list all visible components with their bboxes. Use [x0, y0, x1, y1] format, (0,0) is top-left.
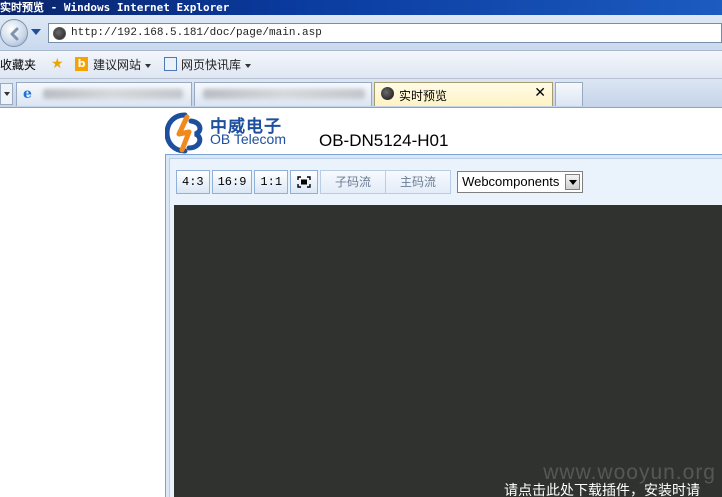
new-tab-button[interactable]: [555, 82, 583, 106]
video-area[interactable]: www.wooyun.org 请点击此处下载插件，安装时请: [174, 205, 722, 497]
add-favorite-star-icon[interactable]: ★: [51, 57, 64, 71]
ob-telecom-logo-icon: [165, 112, 203, 154]
preview-panel: 4:3 16:9 1:1 子码流 主码流 Webcomponents www.w: [165, 154, 722, 497]
address-url[interactable]: http://192.168.5.181/doc/page/main.asp: [71, 26, 322, 41]
blurred-tab-title: [43, 89, 183, 99]
sub-stream-button[interactable]: 子码流: [320, 170, 386, 194]
chevron-down-icon: [145, 63, 152, 68]
fullscreen-icon: [297, 176, 311, 188]
tab-label: 实时预览: [399, 89, 448, 103]
fullscreen-button[interactable]: [290, 170, 319, 194]
page-content: 中威电子 OB Telecom OB-DN5124-H01 4:3 16:9 1…: [0, 108, 722, 497]
bing-icon: b: [75, 57, 88, 71]
player-select[interactable]: Webcomponents: [457, 171, 584, 193]
blurred-tab-title: [203, 89, 365, 99]
ie-icon: e: [23, 86, 32, 102]
preview-toolbar: 4:3 16:9 1:1 子码流 主码流 Webcomponents: [176, 169, 584, 195]
web-slice-gallery-link[interactable]: 网页快讯库: [181, 56, 252, 73]
back-button[interactable]: [0, 19, 28, 47]
favorites-bar: 收藏夹 ★ b 建议网站 网页快讯库: [0, 51, 722, 79]
ratio-1-1-button[interactable]: 1:1: [254, 170, 289, 194]
tab-live-preview[interactable]: 实时预览 ✕: [374, 82, 553, 106]
main-stream-button[interactable]: 主码流: [385, 170, 452, 194]
preview-panel-inner: 4:3 16:9 1:1 子码流 主码流 Webcomponents www.w: [169, 158, 722, 497]
player-select-value: Webcomponents: [462, 174, 560, 189]
close-tab-icon[interactable]: ✕: [534, 85, 546, 101]
tab-2[interactable]: [194, 82, 372, 106]
chevron-down-icon[interactable]: [565, 174, 581, 190]
history-dropdown-icon[interactable]: [31, 29, 41, 35]
back-arrow-icon: [10, 27, 19, 41]
ratio-16-9-button[interactable]: 16:9: [211, 170, 253, 194]
brand-name-en: OB Telecom: [210, 131, 286, 147]
window-title-bar: 实时预览 - Windows Internet Explorer: [0, 0, 722, 15]
window-title: 实时预览 - Windows Internet Explorer: [0, 1, 230, 14]
tab-list-button[interactable]: [0, 83, 13, 105]
web-slice-gallery-label: 网页快讯库: [181, 58, 242, 72]
device-model: OB-DN5124-H01: [319, 131, 449, 150]
suggested-sites-label: 建议网站: [93, 58, 142, 72]
address-bar[interactable]: http://192.168.5.181/doc/page/main.asp: [48, 23, 722, 43]
site-favicon-icon: [53, 27, 66, 40]
suggested-sites-link[interactable]: 建议网站: [93, 56, 152, 73]
web-slice-icon: [164, 57, 177, 71]
camera-icon: [381, 87, 394, 100]
favorites-label[interactable]: 收藏夹: [0, 56, 36, 73]
tab-1[interactable]: e: [16, 82, 192, 106]
chevron-down-icon: [245, 63, 252, 68]
tab-strip: e 实时预览 ✕: [0, 79, 722, 108]
address-toolbar: http://192.168.5.181/doc/page/main.asp: [0, 15, 722, 51]
download-plugin-link[interactable]: 请点击此处下载插件，安装时请: [504, 480, 700, 497]
ratio-4-3-button[interactable]: 4:3: [176, 170, 210, 194]
